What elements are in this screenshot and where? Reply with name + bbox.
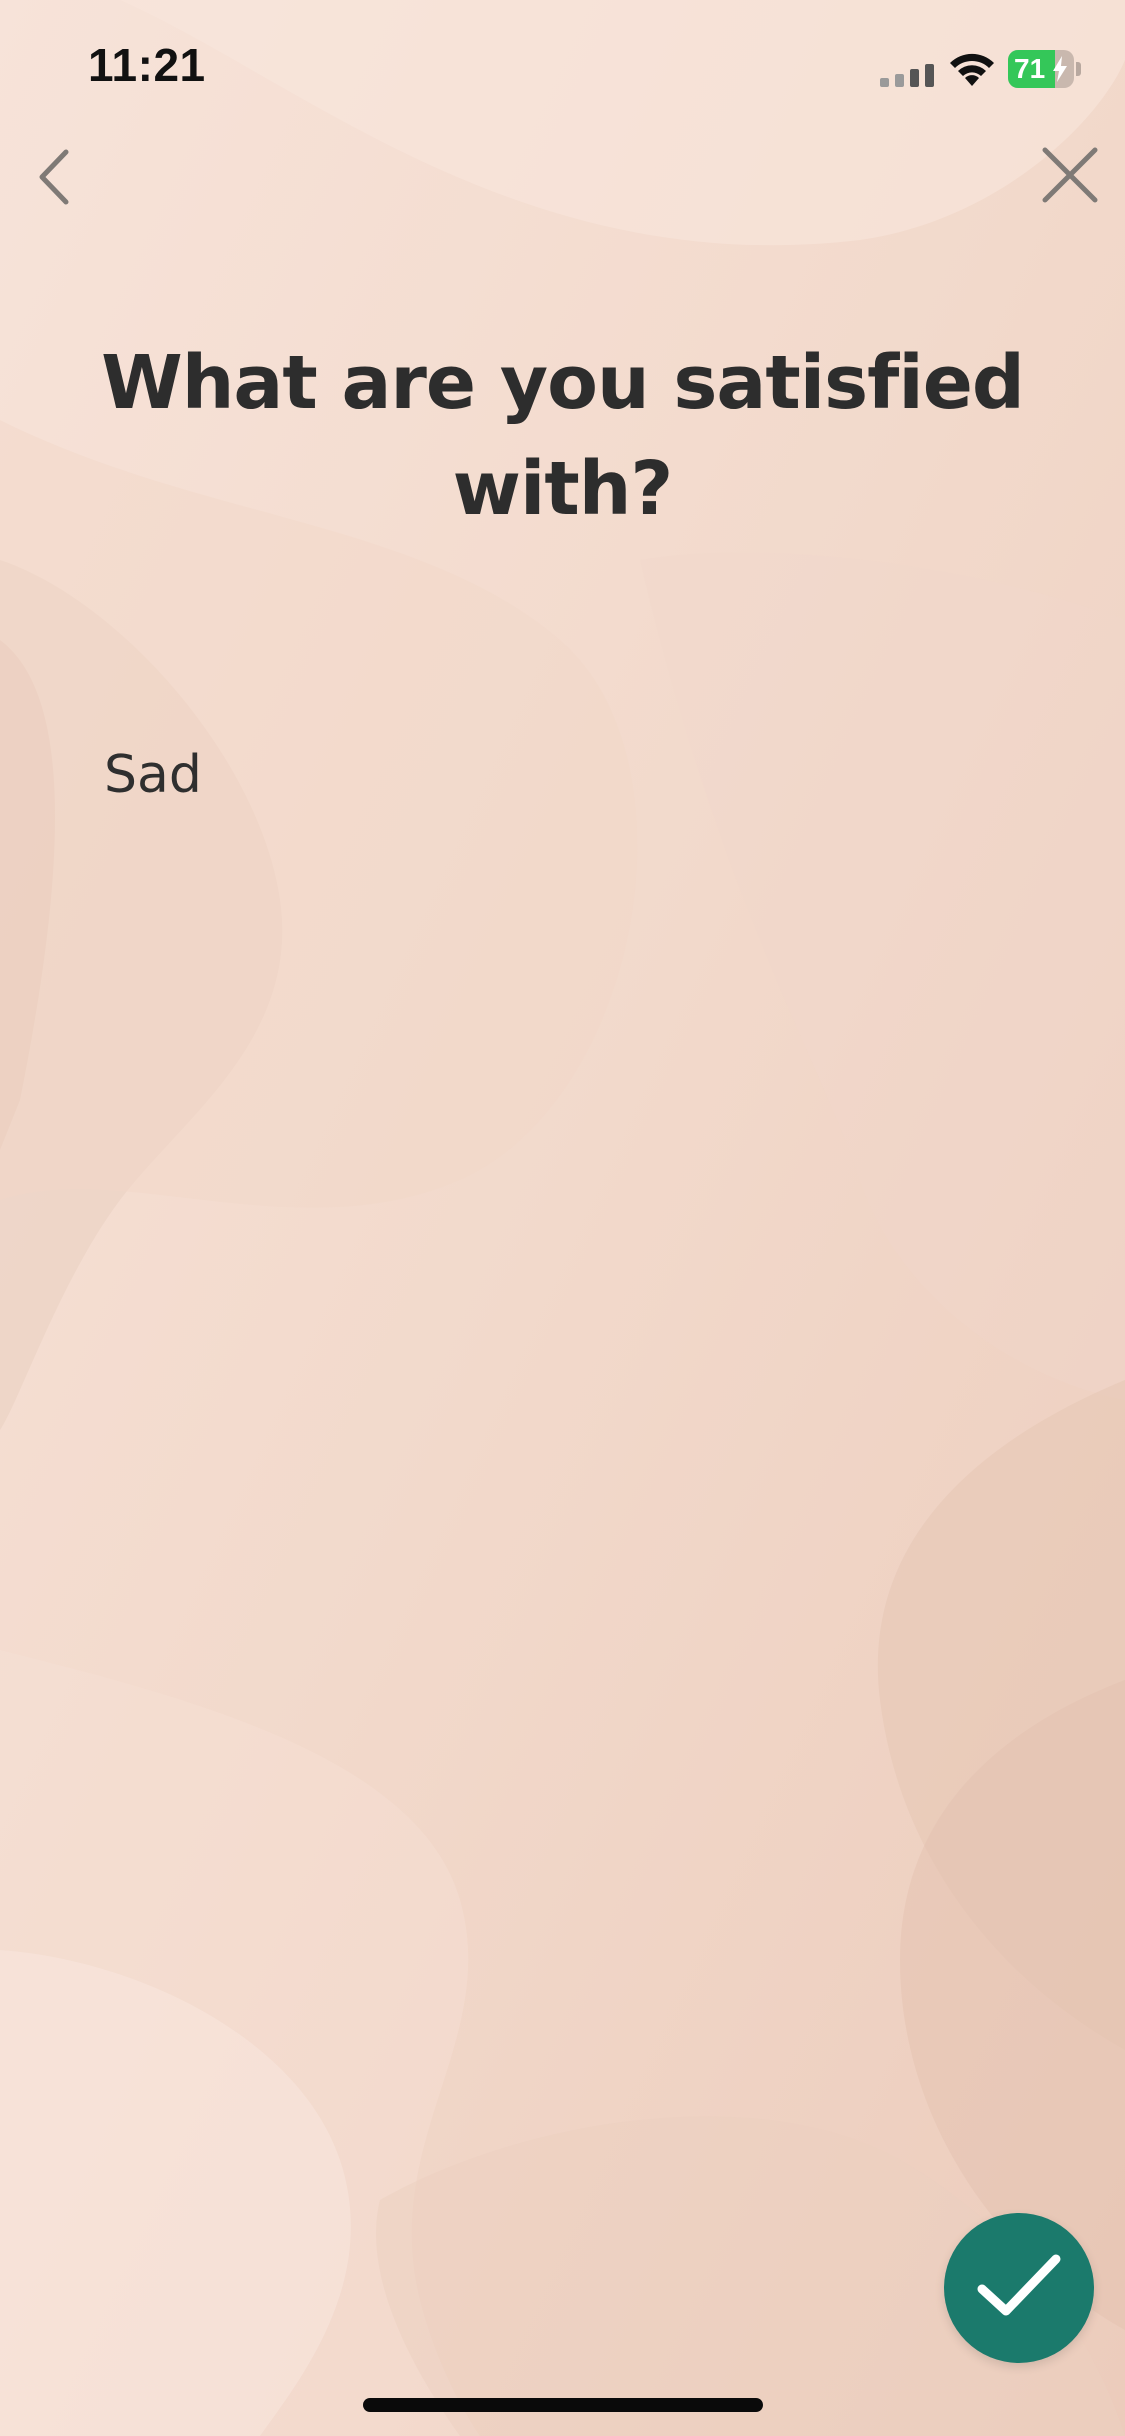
confirm-button[interactable]	[944, 2213, 1094, 2363]
mood-label: Sad	[104, 745, 202, 805]
battery-cap	[1076, 62, 1081, 76]
page-title: What are you satisfied with?	[101, 340, 1025, 532]
battery-indicator: 71	[1008, 50, 1081, 88]
checkmark-icon	[977, 2254, 1061, 2316]
wifi-icon	[950, 53, 994, 86]
status-time: 11:21	[88, 39, 206, 91]
battery-body: 71	[1008, 50, 1074, 88]
chevron-left-icon	[39, 149, 69, 205]
cellular-signal-icon	[880, 64, 934, 87]
screen: 11:21 71 What are you satisfied with? Sa…	[0, 0, 1125, 2436]
home-indicator	[363, 2398, 763, 2412]
close-icon	[1042, 147, 1098, 203]
close-button[interactable]	[1030, 135, 1110, 215]
battery-level-text: 71	[1014, 53, 1046, 84]
charging-bolt-icon	[1053, 56, 1067, 82]
status-bar: 11:21 71	[0, 0, 1125, 140]
back-button[interactable]	[20, 130, 90, 220]
